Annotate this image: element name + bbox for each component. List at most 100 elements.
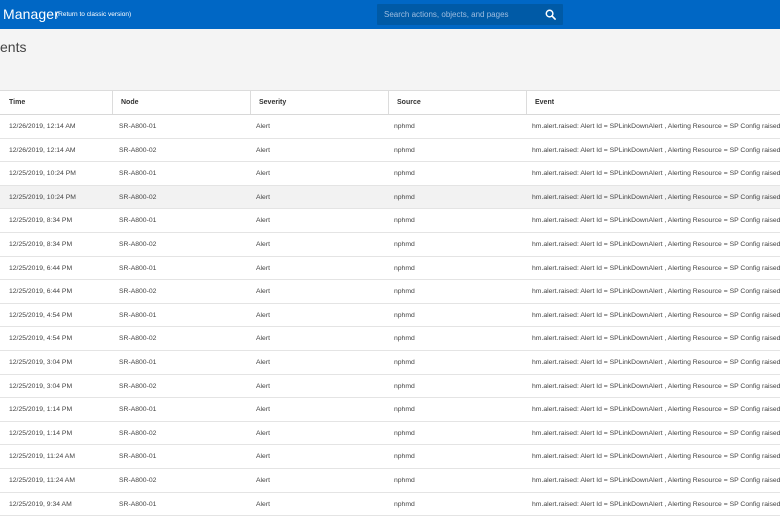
- table-row[interactable]: 12/25/2019, 6:44 PM SR-A800-02 Alert nphmd h…: [0, 280, 780, 304]
- column-header-source[interactable]: Source: [388, 91, 526, 114]
- cell-severity: Alert: [256, 358, 270, 366]
- cell-event: hm.alert.raised: Alert Id = SPLinkDownAl…: [532, 453, 780, 461]
- cell-event: hm.alert.raised: Alert Id = SPLinkDownAl…: [532, 500, 780, 508]
- cell-event: hm.alert.raised: Alert Id = SPLinkDownAl…: [532, 170, 780, 178]
- cell-time: 12/25/2019, 9:34 AM: [9, 500, 72, 508]
- cell-node: SR-A800-01: [119, 358, 157, 366]
- column-header-time[interactable]: Time: [0, 91, 112, 114]
- global-search: [377, 4, 563, 25]
- cell-source: nphmd: [394, 170, 415, 178]
- cell-severity: Alert: [256, 406, 270, 414]
- cell-severity: Alert: [256, 335, 270, 343]
- table-row[interactable]: 12/25/2019, 9:34 AM SR-A800-01 Alert nphmd h…: [0, 492, 780, 517]
- cell-time: 12/25/2019, 11:24 AM: [9, 453, 76, 461]
- app-title: Manager: [3, 6, 59, 22]
- cell-source: nphmd: [394, 453, 415, 461]
- table-header: Time Node Severity Source Event: [0, 91, 780, 115]
- cell-event: hm.alert.raised: Alert Id = SPLinkDownAl…: [532, 406, 780, 414]
- table-row[interactable]: 12/25/2019, 10:24 PM SR-A800-01 Alert nphmd…: [0, 162, 780, 186]
- cell-event: hm.alert.raised: Alert Id = SPLinkDownAl…: [532, 429, 780, 437]
- table-row[interactable]: 12/25/2019, 8:34 PM SR-A800-02 Alert nphmd h…: [0, 232, 780, 257]
- table-row[interactable]: 12/25/2019, 11:24 AM SR-A800-01 Alert nphmd…: [0, 445, 780, 469]
- top-navigation-bar: Manager (Return to classic version): [0, 0, 780, 29]
- cell-severity: Alert: [256, 240, 270, 248]
- table-body: 12/26/2019, 12:14 AM SR-A800-01 Alert nphmd…: [0, 115, 780, 517]
- cell-severity: Alert: [256, 453, 270, 461]
- cell-severity: Alert: [256, 193, 270, 201]
- cell-severity: Alert: [256, 382, 270, 390]
- table-row[interactable]: 12/25/2019, 11:24 AM SR-A800-02 Alert nphmd…: [0, 468, 780, 493]
- cell-severity: Alert: [256, 429, 270, 437]
- cell-source: nphmd: [394, 500, 415, 508]
- cell-node: SR-A800-01: [119, 217, 157, 225]
- cell-source: nphmd: [394, 406, 415, 414]
- cell-time: 12/25/2019, 1:14 PM: [9, 406, 73, 414]
- column-header-node[interactable]: Node: [112, 91, 250, 114]
- column-header-severity[interactable]: Severity: [250, 91, 388, 114]
- cell-severity: Alert: [256, 217, 270, 225]
- cell-source: nphmd: [394, 429, 415, 437]
- cell-node: SR-A800-01: [119, 123, 157, 130]
- cell-node: SR-A800-02: [119, 476, 157, 484]
- table-row[interactable]: 12/26/2019, 12:14 AM SR-A800-02 Alert nphmd…: [0, 138, 780, 163]
- cell-severity: Alert: [256, 146, 270, 154]
- table-row[interactable]: 12/25/2019, 1:14 PM SR-A800-02 Alert nphmd h…: [0, 421, 780, 446]
- cell-severity: Alert: [256, 476, 270, 484]
- table-row[interactable]: 12/25/2019, 3:04 PM SR-A800-01 Alert nphmd h…: [0, 350, 780, 375]
- table-row[interactable]: 12/25/2019, 6:44 PM SR-A800-01 Alert nphmd h…: [0, 256, 780, 281]
- cell-time: 12/25/2019, 1:14 PM: [9, 429, 73, 437]
- cell-severity: Alert: [256, 500, 270, 508]
- cell-severity: Alert: [256, 311, 270, 319]
- cell-source: nphmd: [394, 288, 415, 296]
- cell-severity: Alert: [256, 123, 270, 130]
- cell-severity: Alert: [256, 170, 270, 178]
- cell-node: SR-A800-02: [119, 193, 157, 201]
- cell-time: 12/25/2019, 8:34 PM: [9, 217, 73, 225]
- cell-node: SR-A800-01: [119, 406, 157, 414]
- cell-event: hm.alert.raised: Alert Id = SPLinkDownAl…: [532, 335, 780, 343]
- return-to-classic-link[interactable]: (Return to classic version): [56, 11, 131, 18]
- cell-node: SR-A800-01: [119, 311, 157, 319]
- cell-time: 12/26/2019, 12:14 AM: [9, 123, 76, 130]
- table-row[interactable]: 12/26/2019, 12:14 AM SR-A800-01 Alert nphmd…: [0, 115, 780, 139]
- cell-severity: Alert: [256, 288, 270, 296]
- cell-event: hm.alert.raised: Alert Id = SPLinkDownAl…: [532, 476, 780, 484]
- cell-event: hm.alert.raised: Alert Id = SPLinkDownAl…: [532, 193, 780, 201]
- cell-source: nphmd: [394, 146, 415, 154]
- cell-time: 12/25/2019, 6:44 PM: [9, 264, 73, 272]
- cell-node: SR-A800-02: [119, 335, 157, 343]
- cell-source: nphmd: [394, 240, 415, 248]
- search-icon[interactable]: [545, 9, 556, 20]
- cell-time: 12/26/2019, 12:14 AM: [9, 146, 76, 154]
- cell-time: 12/25/2019, 3:04 PM: [9, 382, 73, 390]
- cell-time: 12/25/2019, 3:04 PM: [9, 358, 73, 366]
- cell-source: nphmd: [394, 311, 415, 319]
- search-input[interactable]: [377, 4, 537, 25]
- cell-source: nphmd: [394, 123, 415, 130]
- table-row[interactable]: 12/25/2019, 8:34 PM SR-A800-01 Alert nphmd h…: [0, 209, 780, 233]
- cell-source: nphmd: [394, 335, 415, 343]
- cell-node: SR-A800-02: [119, 429, 157, 437]
- column-header-event[interactable]: Event: [526, 91, 780, 114]
- cell-source: nphmd: [394, 476, 415, 484]
- cell-event: hm.alert.raised: Alert Id = SPLinkDownAl…: [532, 358, 780, 366]
- events-table: Time Node Severity Source Event 12/26/20…: [0, 90, 780, 517]
- cell-time: 12/25/2019, 6:44 PM: [9, 288, 73, 296]
- table-row[interactable]: 12/25/2019, 1:14 PM SR-A800-01 Alert nphmd h…: [0, 398, 780, 422]
- cell-event: hm.alert.raised: Alert Id = SPLinkDownAl…: [532, 240, 780, 248]
- cell-time: 12/25/2019, 8:34 PM: [9, 240, 73, 248]
- table-row[interactable]: 12/25/2019, 3:04 PM SR-A800-02 Alert nphmd h…: [0, 374, 780, 399]
- cell-source: nphmd: [394, 217, 415, 225]
- table-row[interactable]: 12/25/2019, 10:24 PM SR-A800-02 Alert nphmd…: [0, 185, 780, 210]
- cell-severity: Alert: [256, 264, 270, 272]
- cell-time: 12/25/2019, 4:54 PM: [9, 311, 73, 319]
- table-row[interactable]: 12/25/2019, 4:54 PM SR-A800-02 Alert nphmd h…: [0, 327, 780, 351]
- cell-event: hm.alert.raised: Alert Id = SPLinkDownAl…: [532, 382, 780, 390]
- cell-event: hm.alert.raised: Alert Id = SPLinkDownAl…: [532, 311, 780, 319]
- cell-node: SR-A800-01: [119, 500, 157, 508]
- cell-time: 12/25/2019, 10:24 PM: [9, 193, 76, 201]
- table-row[interactable]: 12/25/2019, 4:54 PM SR-A800-01 Alert nphmd h…: [0, 303, 780, 328]
- cell-source: nphmd: [394, 264, 415, 272]
- page-title: ents: [0, 39, 27, 55]
- cell-node: SR-A800-01: [119, 453, 157, 461]
